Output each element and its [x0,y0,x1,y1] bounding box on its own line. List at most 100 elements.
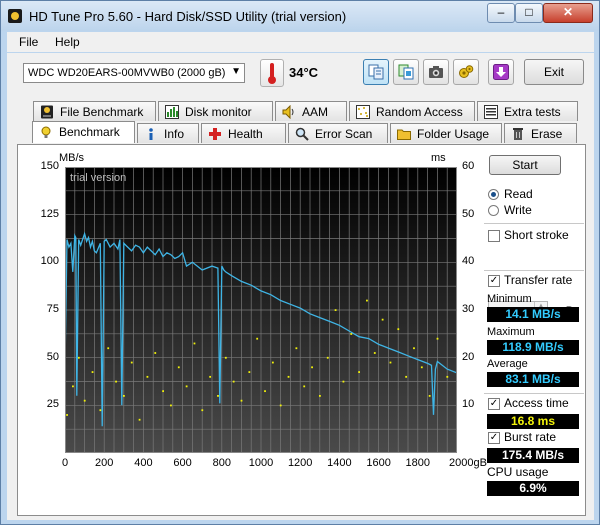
y-tick-right: 10 [462,398,475,411]
average-label: Average [487,358,528,370]
access-time-point [436,337,439,340]
access-time-point [77,356,80,359]
info-icon [149,128,153,140]
access-time-point [413,347,415,350]
file-benchmark-icon [41,105,53,119]
health-cross-icon [209,128,221,140]
access-time-point [287,375,290,378]
menu-file[interactable]: File [19,35,38,49]
maximum-label: Maximum [487,326,535,338]
copy-text-button[interactable] [363,59,389,85]
benchmark-chart: trial version [65,167,457,453]
magnifier-icon [295,127,309,141]
access-time-point [342,380,345,383]
access-time-point [201,409,204,412]
access-time-point [295,347,298,350]
maximize-button[interactable]: □ [515,3,543,23]
access-time-point [319,395,321,397]
write-radio[interactable] [488,205,499,216]
short-stroke-label: Short stroke [504,228,569,242]
options-button[interactable] [453,59,479,85]
access-time-point [107,347,110,350]
tab-extra-tests[interactable]: Extra tests [477,101,578,121]
divider [484,393,584,394]
access-time-point [170,404,172,407]
access-time-point [405,375,408,378]
x-tick: 1400 [327,457,352,469]
access-time-point [99,409,102,412]
exit-button[interactable]: Exit [524,59,584,85]
short-stroke-checkbox[interactable] [488,230,500,242]
access-time-checkbox[interactable]: ✓ [488,398,500,410]
access-time-point [366,299,368,302]
access-time-point [209,375,212,378]
folder-icon [397,129,411,140]
tab-info[interactable]: Info [137,123,199,143]
save-download-button[interactable] [488,59,514,85]
start-button[interactable]: Start [489,155,561,175]
menu-help[interactable]: Help [55,35,80,49]
access-time-point [66,414,68,416]
access-time-point [185,385,188,388]
cpu-usage-value: 6.9% [487,481,579,496]
access-time-point [72,385,74,388]
tab-erase[interactable]: Erase [504,123,577,143]
access-time-point [373,352,376,354]
minimize-button[interactable]: – [487,3,515,23]
screenshot-button[interactable] [423,59,449,85]
speaker-icon [282,105,294,119]
tab-disk-monitor[interactable]: Disk monitor [158,101,273,121]
access-time-point [358,371,360,373]
chevron-down-icon: ▼ [231,66,241,77]
tab-random-access[interactable]: Random Access [349,101,475,121]
burst-rate-checkbox[interactable]: ✓ [488,432,500,444]
access-time-point [138,418,141,421]
random-access-icon [356,105,370,119]
x-tick: 400 [134,457,153,469]
access-time-point [271,361,274,364]
divider [484,223,584,224]
y-tick-right: 50 [462,207,475,220]
burst-rate-label: Burst rate [504,430,557,444]
x-tick: 2000gB [449,457,487,469]
options-icon [459,65,474,78]
minimum-value: 14.1 MB/s [487,307,579,322]
tab-aam[interactable]: AAM [275,101,347,121]
access-time-point [303,385,306,388]
access-time-point [162,390,164,393]
access-time-point [240,399,243,402]
copy-info-button[interactable] [393,59,419,85]
access-time-point [334,309,337,311]
minimum-label: Minimum [487,293,532,305]
x-tick: 1800 [405,457,431,469]
read-radio[interactable] [488,189,499,200]
x-tick: 1600 [366,457,391,469]
access-time-point [256,337,259,340]
write-label: Write [504,203,532,217]
tab-error-scan[interactable]: Error Scan [288,123,388,143]
access-time-point [146,375,149,378]
tab-file-benchmark[interactable]: File Benchmark [33,101,156,121]
benchmark-icon [41,126,51,138]
access-time-point [264,390,266,393]
read-label: Read [504,187,533,201]
access-time-point [389,361,392,364]
y-tick-right: 20 [462,350,475,363]
y-tick-left: 125 [40,207,59,220]
tab-benchmark[interactable]: Benchmark [32,121,135,143]
thermometer-icon [260,59,284,87]
window-title: HD Tune Pro 5.60 - Hard Disk/SSD Utility… [29,9,347,24]
y-axis-left-label: MB/s [59,152,85,164]
drive-select[interactable]: WDC WD20EARS-00MVWB0 (2000 gB) ▼ [23,63,245,83]
access-time-point [397,328,400,331]
y-tick-right: 60 [462,160,475,172]
close-button[interactable]: ✕ [543,3,593,23]
x-tick: 1200 [287,457,313,469]
tab-folder-usage[interactable]: Folder Usage [390,123,502,143]
client-area: WDC WD20EARS-00MVWB0 (2000 gB) ▼ 34°C Ex… [7,53,594,520]
access-time-value: 16.8 ms [487,414,579,429]
title-bar[interactable]: HD Tune Pro 5.60 - Hard Disk/SSD Utility… [1,1,599,31]
transfer-rate-checkbox[interactable]: ✓ [488,275,500,287]
x-tick: 600 [173,457,192,469]
tab-health[interactable]: Health [201,123,286,143]
